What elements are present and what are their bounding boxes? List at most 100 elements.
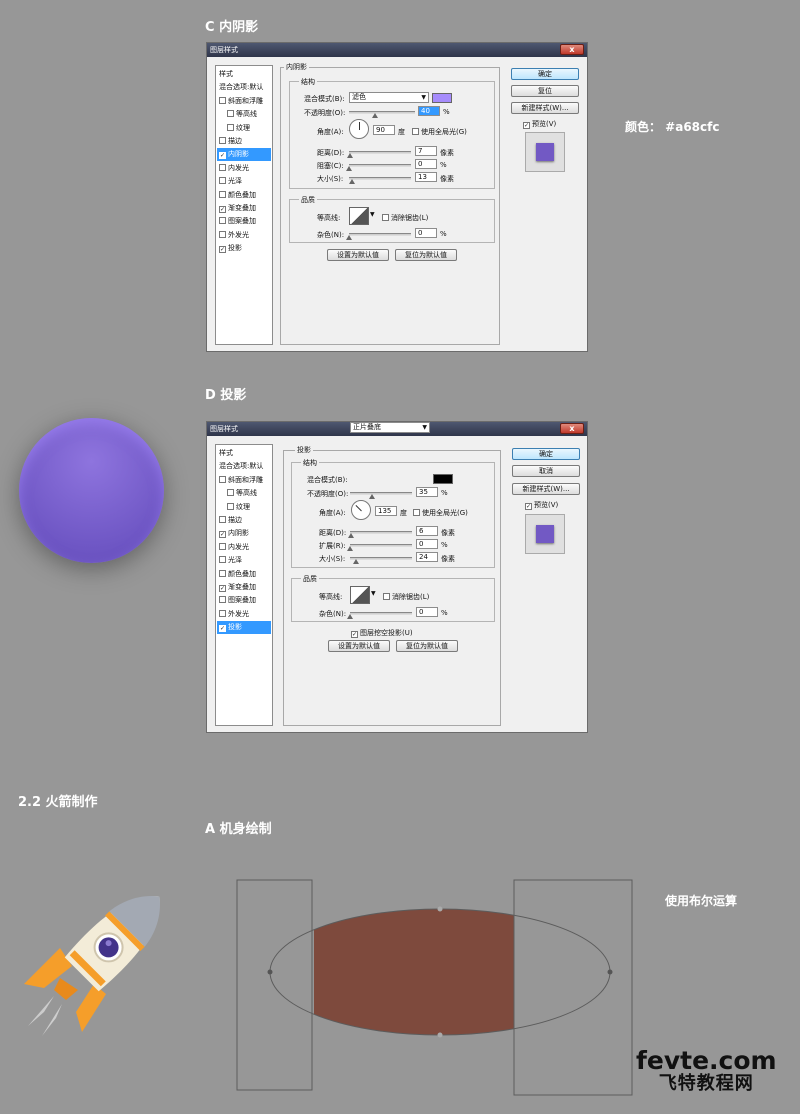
style-list-item[interactable]: 图案叠加 — [217, 215, 271, 228]
checkbox-box[interactable] — [413, 509, 420, 516]
checkbox-box[interactable] — [219, 177, 226, 185]
size-input[interactable]: 13 — [415, 172, 437, 182]
checkbox-box[interactable] — [219, 475, 226, 483]
style-list-item[interactable]: 光泽 — [217, 175, 271, 188]
checkbox-box[interactable] — [227, 489, 234, 497]
style-list-item[interactable]: ✓ 内阴影 — [217, 148, 271, 162]
style-list-item[interactable]: 外发光 — [217, 229, 271, 242]
reset-default-button[interactable]: 复位为默认值 — [395, 249, 457, 261]
checkbox-box[interactable]: ✓ — [219, 246, 226, 254]
ok-button[interactable]: 确定 — [512, 448, 580, 460]
knockout-checkbox[interactable]: ✓ 图层挖空投影(U) — [351, 628, 413, 638]
style-list-item[interactable]: ✓ 渐变叠加 — [217, 581, 271, 594]
slider-knob[interactable] — [347, 614, 353, 619]
style-list-item[interactable]: 斜面和浮雕 — [217, 474, 271, 487]
style-list-item[interactable]: 描边 — [217, 135, 271, 148]
distance-slider[interactable] — [348, 531, 412, 538]
style-list-item[interactable]: 等高线 — [217, 108, 271, 121]
opacity-input[interactable]: 35 — [416, 487, 438, 497]
noise-slider[interactable] — [347, 612, 412, 619]
spread-input[interactable]: 0 — [416, 539, 438, 549]
opacity-slider[interactable] — [350, 492, 412, 499]
anchor-point[interactable] — [267, 969, 273, 975]
checkbox-box[interactable]: ✓ — [219, 585, 226, 592]
style-list-item[interactable]: 颜色叠加 — [217, 189, 271, 202]
slider-knob[interactable] — [349, 179, 356, 184]
style-list-item[interactable]: 样式 — [217, 447, 271, 460]
checkbox-box[interactable]: ✓ — [219, 531, 226, 539]
antialias-checkbox[interactable]: 消除锯齿(L) — [383, 592, 429, 602]
distance-slider[interactable] — [347, 151, 411, 158]
style-list-item[interactable]: 等高线 — [217, 487, 271, 500]
style-list-item[interactable]: 纹理 — [217, 501, 271, 514]
preview-checkbox[interactable]: ✓ 预览(V) — [525, 500, 558, 510]
distance-input[interactable]: 6 — [416, 526, 438, 536]
blend-mode-select[interactable]: 正片叠底 ▼ — [350, 422, 430, 433]
anchor-point[interactable] — [437, 1032, 443, 1038]
checkbox-box[interactable]: ✓ — [219, 152, 226, 160]
size-slider[interactable] — [350, 557, 412, 564]
style-list-item[interactable]: 图案叠加 — [217, 594, 271, 607]
style-list-item[interactable]: 纹理 — [217, 122, 271, 135]
style-list-item[interactable]: 样式 — [217, 68, 271, 81]
slider-knob[interactable] — [347, 153, 354, 158]
checkbox-box[interactable] — [219, 163, 226, 171]
chevron-down-icon[interactable]: ▼ — [370, 211, 375, 218]
style-list-item[interactable]: 颜色叠加 — [217, 568, 271, 581]
checkbox-box[interactable] — [219, 230, 226, 238]
checkbox-box[interactable] — [219, 190, 226, 198]
checkbox-box[interactable] — [219, 137, 226, 144]
slider-knob[interactable] — [372, 113, 379, 118]
checkbox-box[interactable] — [383, 593, 390, 600]
close-icon[interactable]: x — [560, 423, 584, 434]
checkbox-box[interactable]: ✓ — [351, 631, 358, 638]
contour-picker[interactable] — [350, 586, 370, 604]
noise-slider[interactable] — [346, 233, 411, 240]
checkbox-box[interactable] — [219, 96, 226, 104]
angle-dial[interactable] — [351, 500, 371, 520]
spread-slider[interactable] — [347, 544, 412, 551]
angle-input[interactable]: 90 — [373, 125, 395, 135]
style-list-item[interactable]: 混合选项:默认 — [217, 460, 271, 473]
style-list-item[interactable]: 内发光 — [217, 162, 271, 175]
checkbox-box[interactable]: ✓ — [219, 206, 226, 213]
angle-input[interactable]: 135 — [375, 506, 397, 516]
slider-knob[interactable] — [346, 235, 352, 240]
slider-knob[interactable] — [347, 546, 353, 551]
checkbox-box[interactable] — [219, 596, 226, 604]
shadow-color-swatch[interactable] — [433, 474, 453, 484]
style-list-item[interactable]: ✓ 内阴影 — [217, 527, 271, 540]
anchor-point[interactable] — [437, 906, 443, 912]
size-input[interactable]: 24 — [416, 552, 438, 562]
style-list-item[interactable]: 内发光 — [217, 541, 271, 554]
style-list-item[interactable]: 光泽 — [217, 554, 271, 567]
global-light-checkbox[interactable]: 使用全局光(G) — [413, 508, 468, 518]
close-icon[interactable]: x — [560, 44, 584, 55]
preview-checkbox[interactable]: ✓ 预览(V) — [523, 119, 556, 129]
checkbox-box[interactable] — [219, 569, 226, 577]
checkbox-box[interactable] — [382, 214, 389, 221]
slider-knob[interactable] — [346, 166, 352, 171]
right-subtract-rect[interactable] — [513, 879, 633, 1096]
ok-button[interactable]: 确定 — [511, 68, 579, 80]
slider-knob[interactable] — [368, 494, 375, 499]
anchor-point[interactable] — [607, 969, 613, 975]
reset-button[interactable]: 复位 — [511, 85, 579, 97]
shadow-color-swatch[interactable] — [432, 93, 452, 103]
contour-picker[interactable] — [349, 207, 369, 225]
dialog-titlebar[interactable]: 图层样式 x — [207, 43, 587, 57]
reset-default-button[interactable]: 复位为默认值 — [396, 640, 458, 652]
checkbox-box[interactable] — [219, 516, 226, 523]
opacity-input[interactable]: 40 — [418, 106, 440, 116]
make-default-button[interactable]: 设置为默认值 — [328, 640, 390, 652]
choke-input[interactable]: 0 — [415, 159, 437, 169]
style-list-item[interactable]: ✓ 投影 — [217, 242, 271, 255]
slider-knob[interactable] — [348, 533, 355, 538]
make-default-button[interactable]: 设置为默认值 — [327, 249, 389, 261]
blend-mode-select[interactable]: 滤色 ▼ — [349, 92, 429, 103]
checkbox-box[interactable] — [227, 123, 234, 131]
noise-input[interactable]: 0 — [415, 228, 437, 238]
checkbox-box[interactable] — [219, 609, 226, 617]
size-slider[interactable] — [349, 177, 411, 184]
checkbox-box[interactable]: ✓ — [219, 625, 226, 633]
